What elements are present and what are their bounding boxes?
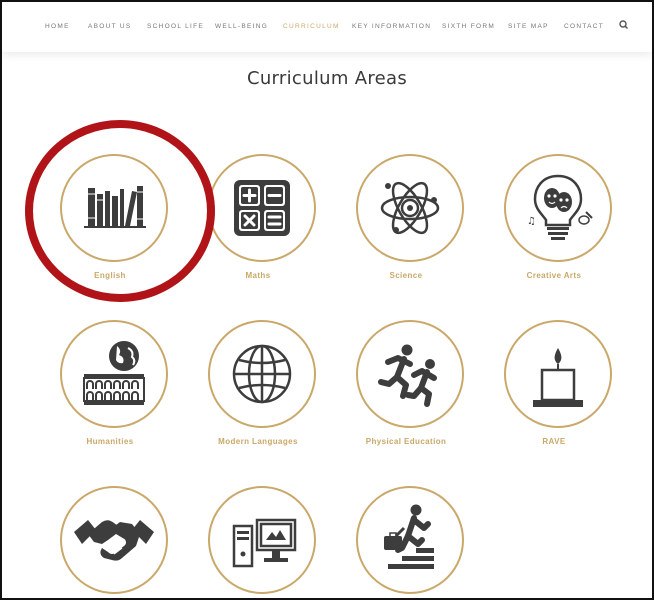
area-circle bbox=[208, 154, 316, 262]
lightbulb-theatre-masks-icon: ♫ bbox=[527, 174, 593, 240]
area-circle bbox=[356, 320, 464, 428]
area-computing[interactable] bbox=[203, 486, 323, 598]
area-circle bbox=[504, 320, 612, 428]
area-modern-languages[interactable]: Modern Languages bbox=[203, 320, 323, 460]
area-science[interactable]: Science bbox=[351, 154, 471, 294]
area-physical-education[interactable]: Physical Education bbox=[351, 320, 471, 460]
search-icon[interactable] bbox=[617, 18, 631, 32]
nav-curriculum[interactable]: CURRICULUM bbox=[283, 23, 340, 30]
nav-key-information[interactable]: KEY INFORMATION bbox=[352, 23, 431, 30]
area-maths[interactable]: Maths bbox=[203, 154, 323, 294]
area-circle bbox=[60, 154, 168, 262]
area-label[interactable]: Modern Languages bbox=[183, 437, 333, 446]
books-icon bbox=[84, 186, 146, 228]
handshake-icon bbox=[74, 520, 154, 561]
nav-contact[interactable]: CONTACT bbox=[564, 23, 604, 30]
nav-site-map[interactable]: SITE MAP bbox=[508, 23, 549, 30]
area-label[interactable]: Physical Education bbox=[331, 437, 481, 446]
area-circle bbox=[60, 486, 168, 594]
area-humanities[interactable]: Humanities bbox=[55, 320, 175, 460]
top-navigation: HOME ABOUT US SCHOOL LIFE WELL-BEING CUR… bbox=[2, 2, 652, 52]
area-circle bbox=[60, 320, 168, 428]
running-figures-icon bbox=[378, 344, 437, 407]
area-circle bbox=[208, 486, 316, 594]
page-title: Curriculum Areas bbox=[246, 68, 408, 89]
atom-icon bbox=[380, 181, 440, 235]
calculator-icon bbox=[234, 180, 290, 236]
area-label[interactable]: Science bbox=[331, 271, 481, 280]
area-label[interactable]: Maths bbox=[183, 271, 333, 280]
area-english[interactable]: English bbox=[55, 154, 175, 294]
page-frame: HOME ABOUT US SCHOOL LIFE WELL-BEING CUR… bbox=[0, 0, 654, 600]
businesswoman-stairs-icon bbox=[384, 504, 434, 569]
nav-well-being[interactable]: WELL-BEING bbox=[215, 23, 268, 30]
area-label[interactable]: Creative Arts bbox=[479, 271, 629, 280]
area-circle: ♫ bbox=[504, 154, 612, 262]
computer-monitor-icon bbox=[232, 518, 297, 568]
area-handshake[interactable] bbox=[55, 486, 175, 598]
globe-grid-icon bbox=[232, 344, 292, 404]
area-careers[interactable] bbox=[351, 486, 471, 598]
area-label[interactable]: English bbox=[35, 271, 185, 280]
area-circle bbox=[356, 486, 464, 594]
area-circle bbox=[208, 320, 316, 428]
area-rave[interactable]: RAVE bbox=[499, 320, 619, 460]
nav-about-us[interactable]: ABOUT US bbox=[88, 23, 132, 30]
area-label[interactable]: RAVE bbox=[479, 437, 629, 446]
candle-icon bbox=[533, 348, 583, 407]
colosseum-globe-icon bbox=[83, 341, 145, 405]
nav-school-life[interactable]: SCHOOL LIFE bbox=[147, 23, 204, 30]
area-creative-arts[interactable]: ♫ Creative Arts bbox=[499, 154, 619, 294]
area-label[interactable]: Humanities bbox=[35, 437, 185, 446]
nav-home[interactable]: HOME bbox=[45, 23, 70, 30]
svg-text:♫: ♫ bbox=[527, 216, 536, 227]
area-circle bbox=[356, 154, 464, 262]
nav-sixth-form[interactable]: SIXTH FORM bbox=[442, 23, 495, 30]
